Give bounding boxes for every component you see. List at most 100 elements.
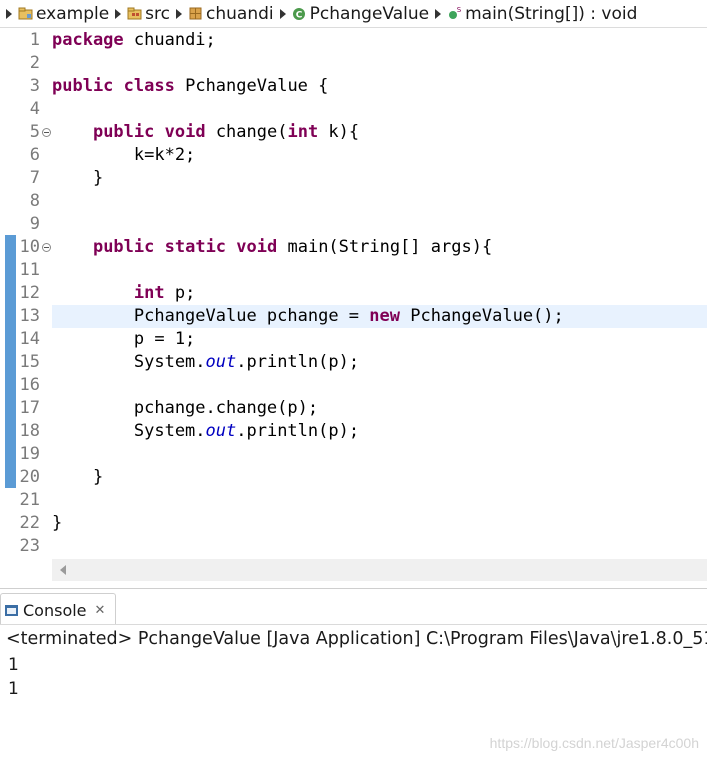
code-line[interactable] <box>52 443 707 466</box>
code-keyword: void <box>164 122 206 142</box>
line-number: 22 <box>19 513 40 533</box>
console-tab-bar: Console ✕ <box>0 588 707 626</box>
code-line[interactable] <box>52 52 707 75</box>
code-line[interactable] <box>52 98 707 121</box>
package-icon <box>188 6 203 21</box>
line-number: 1 <box>29 30 40 50</box>
console-tab-label: Console <box>23 600 87 620</box>
tab-console[interactable]: Console ✕ <box>0 593 117 626</box>
code-token: main(String[] args){ <box>277 237 493 257</box>
code-token: change( <box>205 122 288 142</box>
code-line[interactable] <box>52 374 707 397</box>
change-marker <box>5 235 16 488</box>
breadcrumb-label: PchangeValue <box>309 3 430 24</box>
code-token: .println(p); <box>236 421 360 441</box>
code-token: } <box>52 168 104 188</box>
line-number: 2 <box>29 53 40 73</box>
line-number: 18 <box>19 421 40 441</box>
console-output[interactable]: <terminated> PchangeValue [Java Applicat… <box>0 624 707 761</box>
line-number: 11 <box>19 260 40 280</box>
collapse-icon[interactable] <box>42 243 51 252</box>
code-token: } <box>52 467 104 487</box>
line-number: 6 <box>29 145 40 165</box>
code-line[interactable] <box>52 489 707 512</box>
console-header: <terminated> PchangeValue [Java Applicat… <box>6 629 707 649</box>
breadcrumb-label: example <box>36 3 110 24</box>
code-line[interactable]: } <box>52 512 707 535</box>
code-token: } <box>52 513 63 533</box>
code-line[interactable]: public void change(int k){ <box>52 121 707 144</box>
code-line[interactable]: System.out.println(p); <box>52 420 707 443</box>
code-editor[interactable]: 1 2 3 4 5 6 7 8 9 10 11 12 13 14 15 16 17 18 19 20 21 22 23 pa… <box>0 28 707 584</box>
breadcrumb-item[interactable]: C PchangeValue <box>292 3 430 24</box>
breadcrumb-item[interactable]: src <box>127 4 170 24</box>
breadcrumb-item[interactable]: Smain(String[]) : void <box>447 4 637 24</box>
line-number: 10 <box>19 237 40 257</box>
code-keyword: int <box>287 122 319 142</box>
close-icon[interactable]: ✕ <box>95 603 106 618</box>
code-line[interactable] <box>52 535 707 558</box>
code-line[interactable]: public class PchangeValue { <box>52 75 707 98</box>
code-token: PchangeValue pchange = <box>52 306 370 326</box>
line-number: 17 <box>19 398 40 418</box>
code-keyword: public <box>92 122 155 142</box>
line-number: 9 <box>29 214 40 234</box>
line-number: 15 <box>19 352 40 372</box>
code-line[interactable]: public static void main(String[] args){ <box>52 236 707 259</box>
code-token: PchangeValue { <box>174 76 329 96</box>
breadcrumb-item[interactable]: chuandi <box>188 4 274 24</box>
svg-text:C: C <box>295 11 302 21</box>
code-token: .println(p); <box>236 352 360 372</box>
breadcrumb-separator-icon <box>176 8 182 19</box>
code-line[interactable]: pchange.change(p); <box>52 397 707 420</box>
code-line[interactable]: } <box>52 167 707 190</box>
code-line[interactable] <box>52 190 707 213</box>
code-token: p = 1; <box>52 329 196 349</box>
breadcrumb-separator-icon <box>279 8 286 19</box>
horizontal-scrollbar[interactable] <box>52 559 707 581</box>
code-keyword: public <box>52 76 114 96</box>
code-keyword: static <box>164 237 227 257</box>
line-number: 13 <box>19 306 40 326</box>
breadcrumb-label: main(String[]) : void <box>465 3 638 24</box>
collapse-icon[interactable] <box>42 128 51 137</box>
code-token: p; <box>164 283 196 303</box>
code-token: PchangeValue(); <box>400 306 564 326</box>
breadcrumb-item[interactable]: example <box>18 4 109 24</box>
code-line[interactable]: System.out.println(p); <box>52 351 707 374</box>
code-line[interactable]: int p; <box>52 282 707 305</box>
code-line[interactable]: p = 1; <box>52 328 707 351</box>
svg-text:S: S <box>457 6 462 14</box>
breadcrumb: example src chuandi C PchangeValue Smain(Stri… <box>0 0 707 28</box>
line-number: 23 <box>19 536 40 556</box>
code-token: k){ <box>318 122 360 142</box>
code-line[interactable]: package chuandi; <box>52 29 707 52</box>
code-line[interactable]: k=k*2; <box>52 144 707 167</box>
scroll-left-icon[interactable] <box>60 565 66 575</box>
class-icon: C <box>292 6 307 21</box>
code-keyword: class <box>123 76 175 96</box>
code-field: out <box>205 352 237 372</box>
code-line[interactable]: } <box>52 466 707 489</box>
code-token: System. <box>52 421 206 441</box>
code-line[interactable] <box>52 259 707 282</box>
console-output-line: 1 <box>8 655 19 675</box>
code-keyword: public <box>92 237 155 257</box>
code-line[interactable]: PchangeValue pchange = new PchangeValue(… <box>52 305 707 328</box>
breadcrumb-label: src <box>145 3 170 24</box>
change-ruler <box>5 28 16 584</box>
console-output-line: 1 <box>8 679 19 699</box>
method-icon: S <box>447 6 462 21</box>
code-token: System. <box>52 352 206 372</box>
line-number: 20 <box>19 467 40 487</box>
code-keyword: package <box>52 30 124 50</box>
breadcrumb-separator-icon <box>115 8 122 19</box>
code-line[interactable] <box>52 213 707 236</box>
console-icon <box>5 604 18 616</box>
code-keyword: int <box>133 283 165 303</box>
